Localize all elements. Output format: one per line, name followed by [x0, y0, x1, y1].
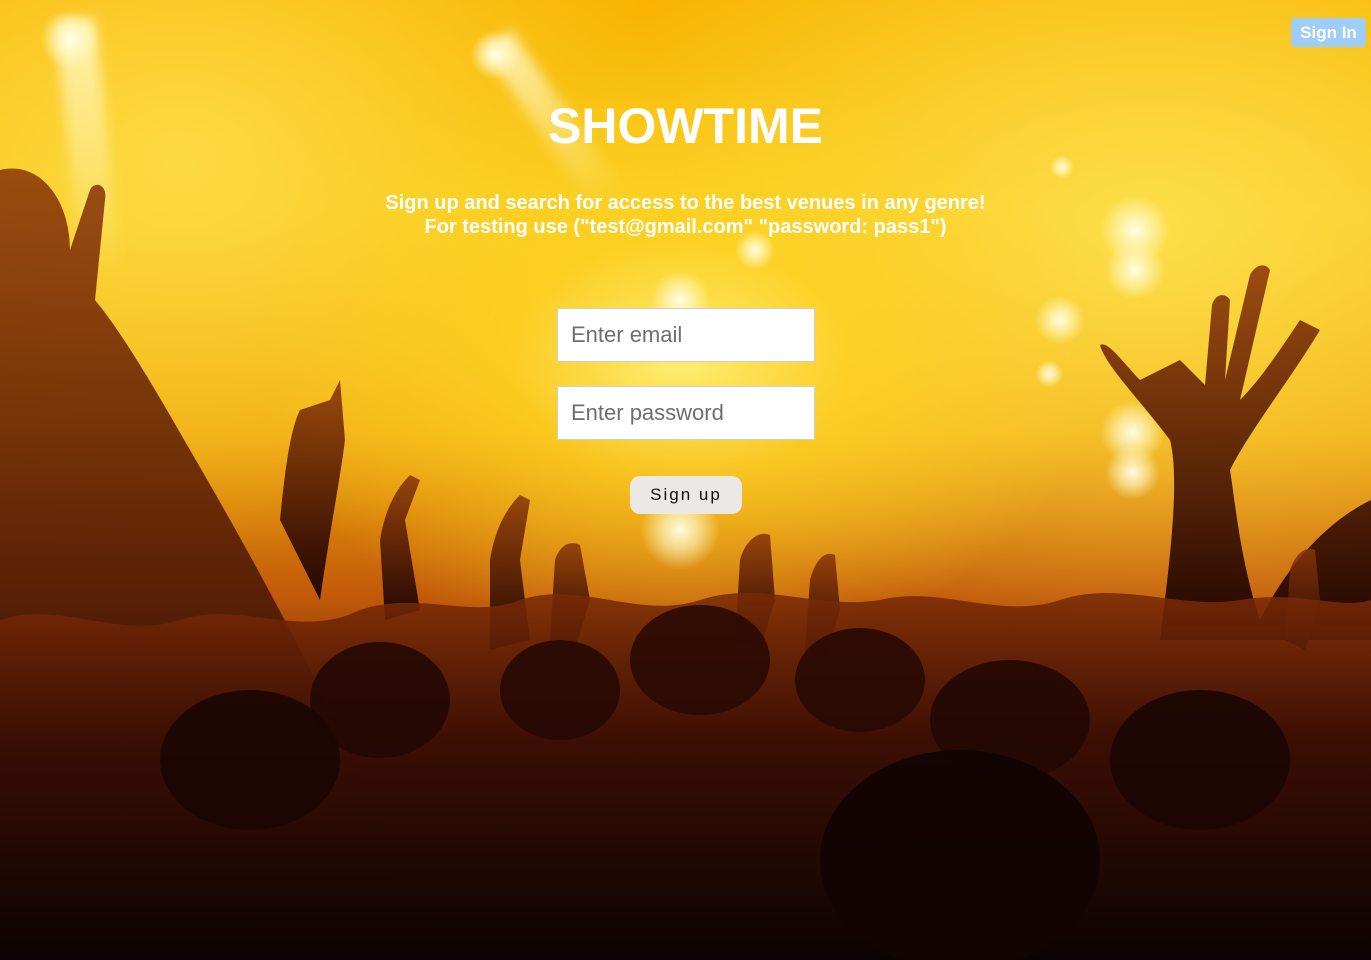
page: Sign In SHOWTIME Sign up and search for … — [0, 0, 1371, 960]
subtitle-line-test-credentials: For testing use ("test@gmail.com" "passw… — [424, 216, 947, 238]
subtitle: Sign up and search for access to the bes… — [0, 191, 1371, 239]
sign-in-button[interactable]: Sign In — [1291, 18, 1366, 47]
password-field[interactable] — [557, 386, 815, 440]
subtitle-line-description: Sign up and search for access to the bes… — [385, 192, 986, 214]
email-field[interactable] — [557, 308, 815, 362]
page-title: SHOWTIME — [548, 98, 823, 154]
sign-up-button[interactable]: Sign up — [630, 476, 742, 514]
